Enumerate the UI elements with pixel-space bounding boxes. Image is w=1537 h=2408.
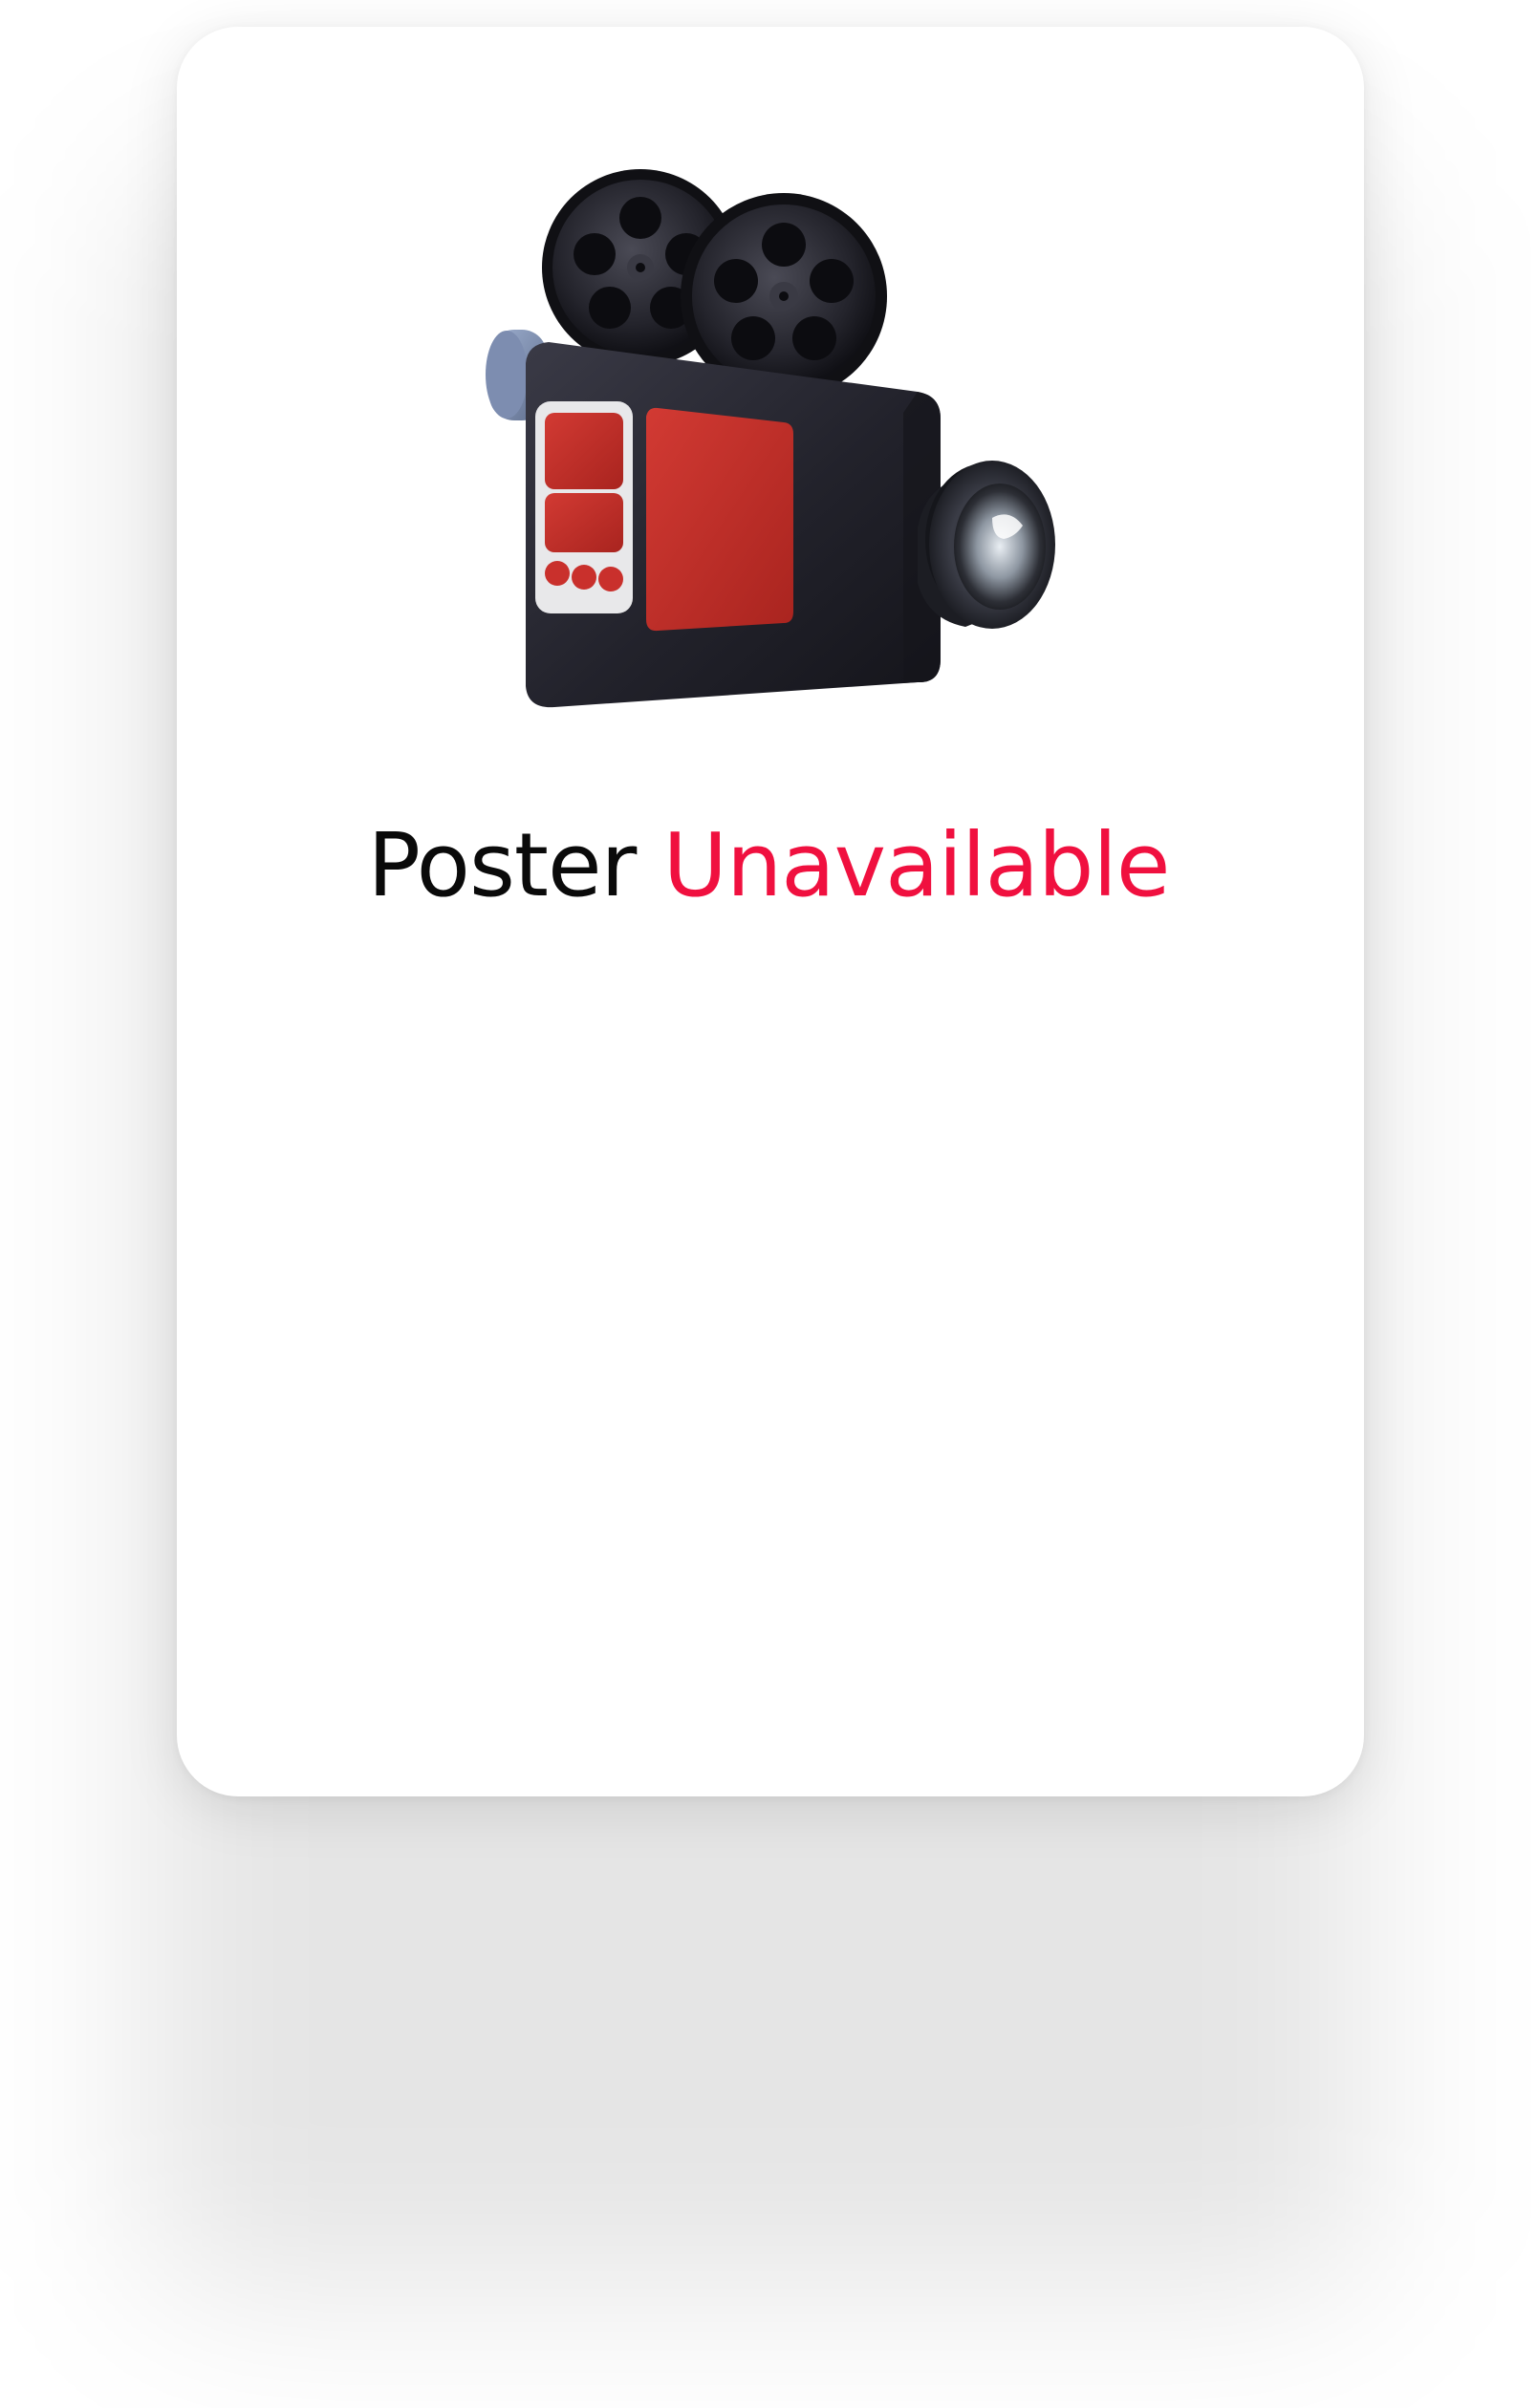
camera-side-panel	[646, 407, 793, 632]
title-word-unavailable: Unavailable	[662, 814, 1171, 916]
poster-unavailable-title: Poster Unavailable	[0, 822, 1537, 910]
title-word-poster: Poster	[367, 814, 637, 916]
camera-control-panel	[535, 401, 633, 613]
poster-placeholder-stage: Poster Unavailable	[0, 0, 1537, 2408]
movie-camera-icon	[486, 169, 1055, 708]
